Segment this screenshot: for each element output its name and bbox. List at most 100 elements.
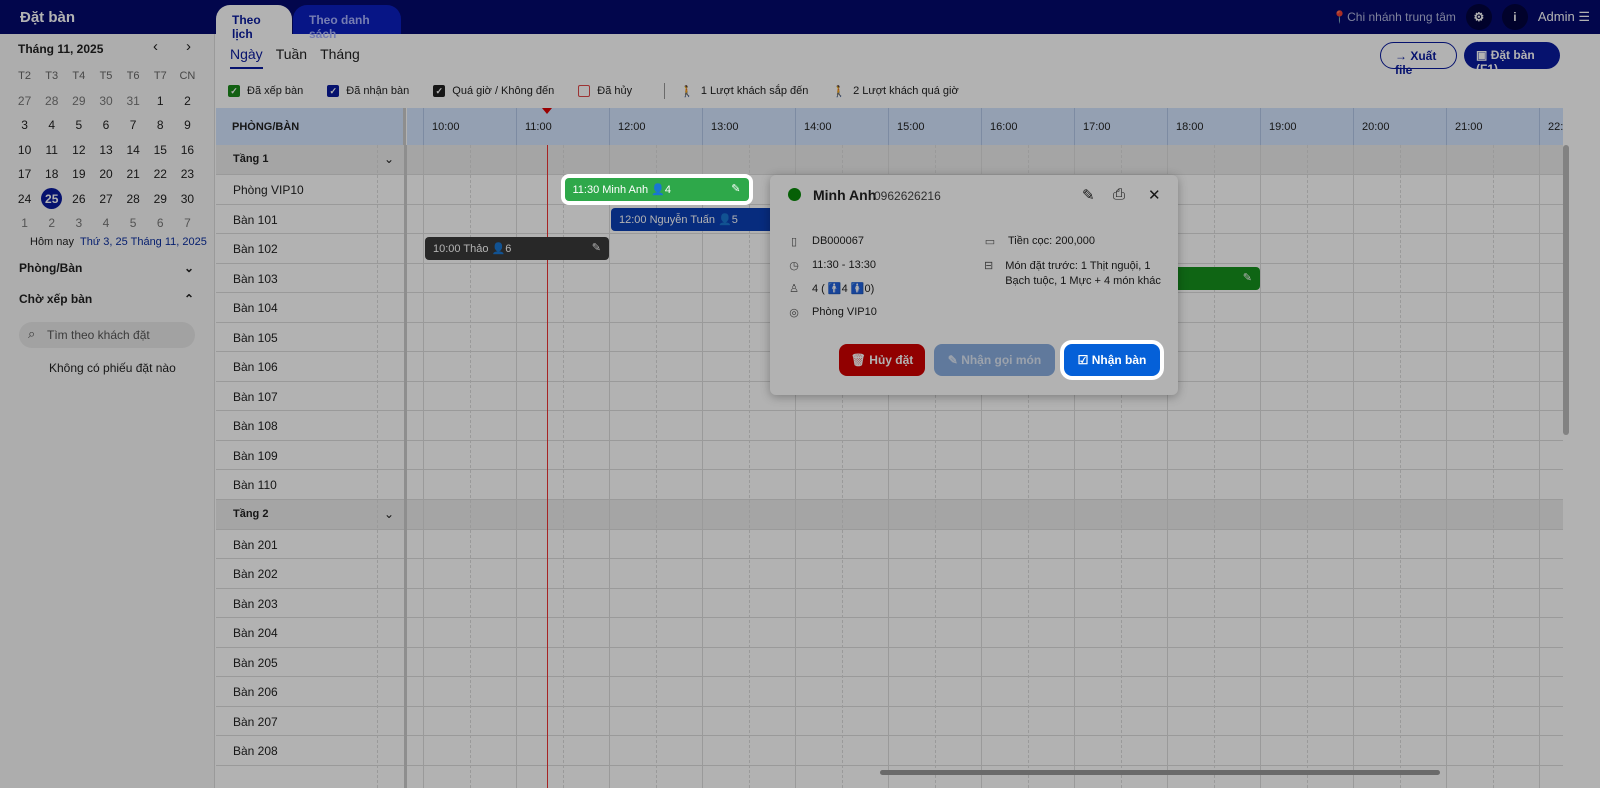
take-order-button[interactable]: ✎ Nhận gọi món xyxy=(934,344,1055,376)
row-name: Bàn 201 xyxy=(233,537,278,552)
booking-block[interactable]: 12:00 Nguyễn Tuấn 👤5✎ xyxy=(611,207,795,231)
calendar-day[interactable]: 20 xyxy=(92,162,119,187)
calendar-day[interactable]: 6 xyxy=(147,211,174,236)
status-dot xyxy=(788,188,801,201)
weekday-label: T3 xyxy=(45,70,59,83)
tab-calendar[interactable]: Theo lịch xyxy=(216,5,292,41)
hour-divider xyxy=(981,108,982,145)
person-icon: ♙ xyxy=(789,283,799,295)
book-table-button[interactable]: ▣ Đặt bàn (F1) xyxy=(1464,42,1560,76)
branch-selector[interactable]: 📍Chi nhánh trung tâm xyxy=(1332,10,1456,24)
calendar-day[interactable]: 1 xyxy=(147,89,174,114)
user-menu[interactable]: Admin ☰ xyxy=(1538,9,1590,25)
edit-icon[interactable]: ✎ xyxy=(1082,186,1095,204)
calendar-day[interactable]: 26 xyxy=(65,187,92,212)
close-icon[interactable]: ✕ xyxy=(1148,186,1161,204)
half-hour-gridline xyxy=(1493,145,1494,788)
calendar-day[interactable]: 30 xyxy=(92,89,119,114)
calendar-day[interactable]: 27 xyxy=(11,89,38,114)
calendar-day[interactable]: 14 xyxy=(120,138,147,163)
calendar-day[interactable]: 18 xyxy=(38,162,65,187)
calendar-day[interactable]: 28 xyxy=(120,187,147,212)
calendar-day[interactable]: 7 xyxy=(120,113,147,138)
person-green-icon: 🚶 xyxy=(680,85,694,98)
calendar-day[interactable]: 23 xyxy=(174,162,201,187)
vertical-scrollbar[interactable] xyxy=(1563,145,1569,435)
main-area: Ngày Tuần Tháng → Xuất file ▣ Đặt bàn (F… xyxy=(216,34,1600,788)
calendar-day[interactable]: 5 xyxy=(120,211,147,236)
calendar-day[interactable]: 21 xyxy=(120,162,147,187)
calendar-day[interactable]: 4 xyxy=(38,113,65,138)
calendar-day[interactable]: 28 xyxy=(38,89,65,114)
export-file-button[interactable]: → Xuất file xyxy=(1380,42,1457,77)
edit-icon[interactable]: ✎ xyxy=(1243,271,1252,284)
view-week[interactable]: Tuần xyxy=(276,46,307,69)
tab-list[interactable]: Theo danh sách xyxy=(293,5,401,41)
legend-checkbox[interactable]: ✓ xyxy=(228,85,240,97)
waiting-section-toggle[interactable]: Chờ xếp bàn ⌃ xyxy=(19,292,194,306)
calendar-day[interactable]: 22 xyxy=(147,162,174,187)
calendar-day[interactable]: 3 xyxy=(65,211,92,236)
search-customer-input[interactable]: ⌕ Tìm theo khách đặt xyxy=(19,322,195,348)
calendar-day[interactable]: 9 xyxy=(174,113,201,138)
info-icon[interactable]: i xyxy=(1501,4,1528,30)
calendar-day[interactable]: 16 xyxy=(174,138,201,163)
prev-month-chevron-icon[interactable]: ‹ xyxy=(153,38,158,55)
chevron-down-icon[interactable]: ⌄ xyxy=(384,507,394,521)
calendar-day[interactable]: 5 xyxy=(65,113,92,138)
row-name: Tầng 2 xyxy=(233,507,269,520)
edit-icon[interactable]: ✎ xyxy=(731,182,740,195)
half-hour-gridline xyxy=(1214,145,1215,788)
app-title: Đặt bàn xyxy=(20,9,76,26)
calendar-day[interactable]: 13 xyxy=(92,138,119,163)
calendar-day[interactable]: 27 xyxy=(92,187,119,212)
current-time-marker xyxy=(541,108,552,114)
floor-row[interactable]: Tầng 2 ⌄ xyxy=(216,499,1563,530)
calendar-day[interactable]: 3 xyxy=(11,113,38,138)
chevron-down-icon[interactable]: ⌄ xyxy=(384,152,394,166)
row-name: Bàn 106 xyxy=(233,360,278,374)
calendar-day[interactable]: 15 xyxy=(147,138,174,163)
calendar-day[interactable]: 19 xyxy=(65,162,92,187)
row-name: Bàn 108 xyxy=(233,419,278,433)
calendar-day[interactable]: 7 xyxy=(174,211,201,236)
calendar-day[interactable]: 2 xyxy=(38,211,65,236)
legend-checkbox[interactable] xyxy=(578,85,591,97)
calendar-day[interactable]: 1 xyxy=(11,211,38,236)
settings-gear-icon[interactable]: ⚙ xyxy=(1465,4,1492,30)
calendar-day[interactable]: 25 xyxy=(38,187,65,212)
calendar-day[interactable]: 24 xyxy=(11,187,38,212)
edit-icon[interactable]: ✎ xyxy=(592,241,601,254)
calendar-day[interactable]: 10 xyxy=(11,138,38,163)
booking-block[interactable]: 10:00 Thảo 👤6 ✎ xyxy=(425,237,609,260)
view-month[interactable]: Tháng xyxy=(320,46,360,69)
next-month-chevron-icon[interactable]: › xyxy=(186,38,191,55)
horizontal-scrollbar[interactable] xyxy=(880,770,1440,775)
calendar-day[interactable]: 29 xyxy=(147,187,174,212)
check-in-button[interactable]: ☑ Nhận bàn xyxy=(1064,344,1160,376)
hour-divider xyxy=(609,108,610,145)
booking-block[interactable]: 11:30 Minh Anh 👤4 ✎ xyxy=(564,178,749,201)
calendar-day[interactable]: 17 xyxy=(11,162,38,187)
calendar-day[interactable]: 11 xyxy=(38,138,65,163)
calendar-day[interactable]: 31 xyxy=(120,89,147,114)
person-red-icon: 🚶 xyxy=(832,85,847,98)
calendar-day[interactable]: 30 xyxy=(174,187,201,212)
calendar-day[interactable]: 4 xyxy=(92,211,119,236)
calendar-day[interactable]: 2 xyxy=(174,89,201,114)
print-icon[interactable]: ⎙ xyxy=(1113,186,1125,203)
today-date-link[interactable]: Thứ 3, 25 Tháng 11, 2025 xyxy=(80,236,207,248)
hour-label: 18:00 xyxy=(1176,121,1204,133)
calendar-day[interactable]: 6 xyxy=(92,113,119,138)
room-section-toggle[interactable]: Phòng/Bàn ⌄ xyxy=(19,261,194,275)
half-hour-gridline xyxy=(1400,145,1401,788)
calendar-day[interactable]: 8 xyxy=(147,113,174,138)
legend-checkbox[interactable]: ✓ xyxy=(433,85,446,97)
legend-checkbox[interactable]: ✓ xyxy=(327,85,340,97)
calendar-day[interactable]: 29 xyxy=(65,89,92,114)
calendar-day[interactable]: 12 xyxy=(65,138,92,163)
view-day[interactable]: Ngày xyxy=(230,46,263,69)
floor-row[interactable]: Tầng 1 ⌄ xyxy=(216,145,1563,175)
hour-label: 10:00 xyxy=(432,121,460,133)
cancel-booking-button[interactable]: 🗑 Hủy đặt xyxy=(839,344,925,376)
